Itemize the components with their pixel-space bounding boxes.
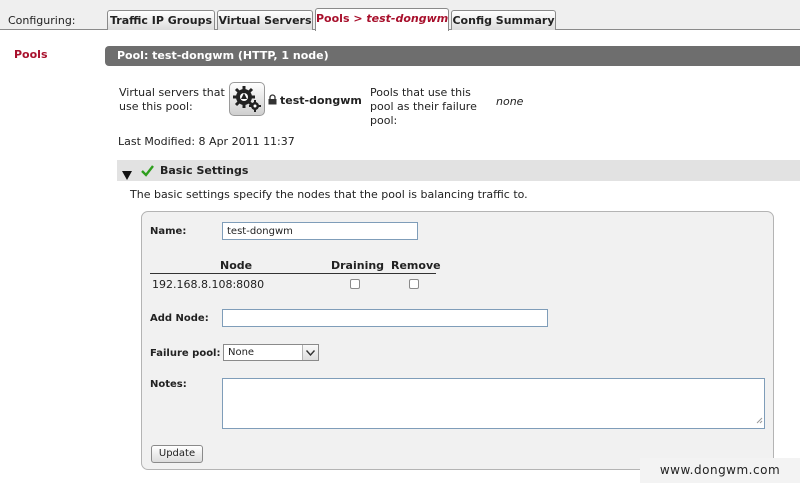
- tab-traffic-ip-groups[interactable]: Traffic IP Groups: [107, 10, 215, 30]
- add-node-label: Add Node:: [150, 313, 209, 324]
- last-modified: Last Modified: 8 Apr 2011 11:37: [118, 135, 295, 148]
- failure-pool-selected: None: [228, 347, 255, 358]
- sidebar-item-pools[interactable]: Pools: [14, 48, 48, 61]
- failure-pool-usage-label: Pools that use this pool as their failur…: [370, 86, 477, 127]
- failure-pool-select[interactable]: None: [223, 344, 319, 361]
- basic-settings-form: Name: Node Draining Remove 192.168.8.108…: [141, 211, 774, 470]
- draining-column-header: Draining: [331, 259, 385, 272]
- add-node-input[interactable]: [222, 309, 548, 327]
- failure-pool-usage-value: none: [496, 95, 524, 108]
- tab-virtual-servers[interactable]: Virtual Servers: [217, 10, 313, 30]
- virtual-server-gears-icon[interactable]: [229, 82, 265, 116]
- configuring-label: Configuring:: [8, 14, 76, 27]
- basic-settings-section-header[interactable]: Basic Settings: [117, 160, 800, 181]
- tab-pools-active[interactable]: Pools > test-dongwm: [315, 8, 449, 31]
- lock-icon: [268, 94, 277, 108]
- name-label: Name:: [150, 226, 187, 237]
- top-navigation-bar: Configuring: Traffic IP Groups Virtual S…: [0, 0, 800, 31]
- table-divider: [150, 273, 436, 274]
- virtual-servers-label: Virtual servers that use this pool:: [119, 86, 225, 113]
- check-icon: [141, 163, 154, 184]
- tab-config-summary[interactable]: Config Summary: [451, 10, 556, 30]
- pool-header: Pool: test-dongwm (HTTP, 1 node): [105, 46, 800, 66]
- tab-label: Traffic IP Groups: [109, 14, 212, 27]
- watermark: www.dongwm.com: [640, 458, 800, 483]
- notes-textarea[interactable]: [222, 378, 765, 429]
- node-address: 192.168.8.108:8080: [152, 278, 265, 291]
- tab-label: Virtual Servers: [218, 14, 312, 27]
- chevron-down-icon[interactable]: [302, 345, 318, 360]
- name-input[interactable]: [222, 222, 418, 240]
- draining-checkbox[interactable]: [350, 279, 360, 289]
- notes-label: Notes:: [150, 379, 187, 390]
- virtual-server-link[interactable]: test-dongwm: [280, 94, 362, 107]
- tab-label: Pools >: [316, 12, 367, 25]
- tab-label-pool-name: test-dongwm: [366, 12, 449, 25]
- failure-pool-label: Failure pool:: [150, 348, 221, 359]
- collapse-triangle-icon[interactable]: [122, 166, 132, 187]
- remove-column-header: Remove: [391, 259, 441, 272]
- resize-grip-icon[interactable]: [756, 414, 763, 427]
- tab-label: Config Summary: [452, 14, 555, 27]
- basic-settings-title: Basic Settings: [160, 164, 249, 177]
- basic-settings-description: The basic settings specify the nodes tha…: [130, 188, 528, 201]
- node-column-header: Node: [220, 259, 253, 272]
- update-button[interactable]: Update: [151, 445, 203, 463]
- remove-checkbox[interactable]: [409, 279, 419, 289]
